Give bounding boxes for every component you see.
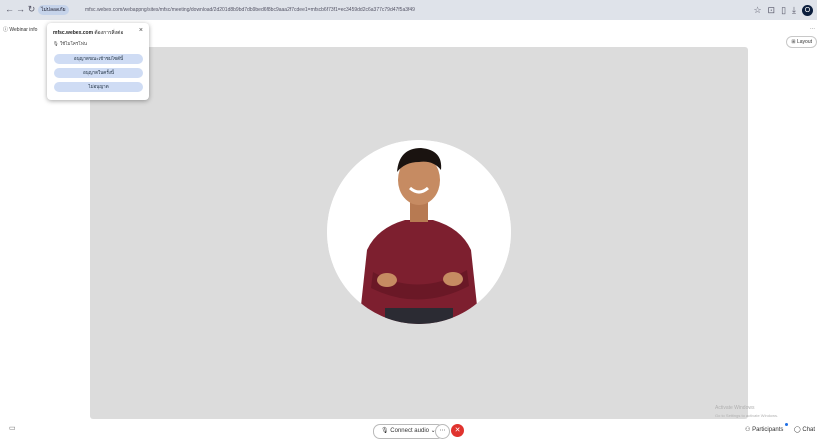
captions-icon[interactable]: ▭ xyxy=(9,424,16,432)
permission-label: ใช้ไมโครโฟน xyxy=(59,41,87,46)
chat-icon: ◯ xyxy=(794,427,801,433)
person-icon: ⚇ xyxy=(745,427,751,433)
mic-permission-popup: mfsc.webex.com ต้องการสิ่งต่อ × 🎙 ใช้ไมโ… xyxy=(47,23,149,100)
activate-windows-watermark: Activate Windows Go to Settings to activ… xyxy=(715,405,778,419)
allow-while-visiting-button[interactable]: อนุญาตขณะเข้าชมไซต์นี้ xyxy=(54,54,143,64)
webinar-info-label: Webinar info xyxy=(9,27,38,33)
reload-icon[interactable]: ↻ xyxy=(26,4,37,15)
more-options-icon[interactable]: ⋯ xyxy=(810,26,815,32)
more-options-button[interactable]: ⋯ xyxy=(435,424,450,439)
extensions-icon[interactable]: ⊡ xyxy=(768,5,776,16)
permission-row: 🎙 ใช้ไมโครโฟน xyxy=(53,40,87,47)
layout-button[interactable]: ⊞ Layout xyxy=(786,36,817,48)
connect-audio-button[interactable]: 🎙 Connect audio ⌄ xyxy=(373,424,444,439)
close-icon[interactable]: × xyxy=(139,27,143,34)
deny-button[interactable]: ไม่อนุญาต xyxy=(54,82,143,92)
forward-arrow-icon[interactable]: → xyxy=(15,4,26,15)
watermark-line-1: Activate Windows xyxy=(715,405,755,411)
address-bar[interactable]: mfsc.webex.com/webappng/sites/mfsc/meeti… xyxy=(85,5,725,15)
site-security-badge[interactable]: ไม่ปลอดภัย xyxy=(38,5,69,15)
chat-label: Chat xyxy=(802,427,816,433)
participant-avatar xyxy=(327,140,511,324)
webinar-info-link[interactable]: ⓘ Webinar info xyxy=(3,26,37,33)
participants-button[interactable]: ⚇ Participants xyxy=(745,426,783,433)
connect-audio-label: Connect audio xyxy=(390,428,429,434)
back-arrow-icon[interactable]: ← xyxy=(4,4,15,15)
toolbar-icons: ☆ ⊡ ▯ ⤓ O xyxy=(753,3,813,17)
chat-button[interactable]: ◯ Chat xyxy=(794,426,815,433)
star-icon[interactable]: ☆ xyxy=(753,5,761,16)
profile-avatar[interactable]: O xyxy=(802,4,813,16)
browser-toolbar: ← → ↻ ไม่ปลอดภัย mfsc.webex.com/webappng… xyxy=(0,0,817,20)
popup-site: mfsc.webex.com xyxy=(53,30,94,36)
microphone-icon: 🎙 xyxy=(53,41,59,46)
sidebar-icon[interactable]: ▯ xyxy=(781,5,786,16)
popup-title: mfsc.webex.com ต้องการสิ่งต่อ xyxy=(53,29,123,37)
participants-label: Participants xyxy=(752,427,784,433)
download-icon[interactable]: ⤓ xyxy=(792,5,796,16)
microphone-icon: 🎙 xyxy=(381,428,389,434)
notification-dot xyxy=(785,423,788,426)
watermark-line-2: Go to Settings to activate Windows. xyxy=(715,413,779,418)
person-photo xyxy=(327,140,511,324)
popup-title-suffix: ต้องการสิ่งต่อ xyxy=(94,30,124,36)
allow-this-time-button[interactable]: อนุญาตในครั้งนี้ xyxy=(54,68,143,78)
layout-label: Layout xyxy=(796,39,812,45)
hangup-icon[interactable]: ✕ xyxy=(451,424,464,437)
